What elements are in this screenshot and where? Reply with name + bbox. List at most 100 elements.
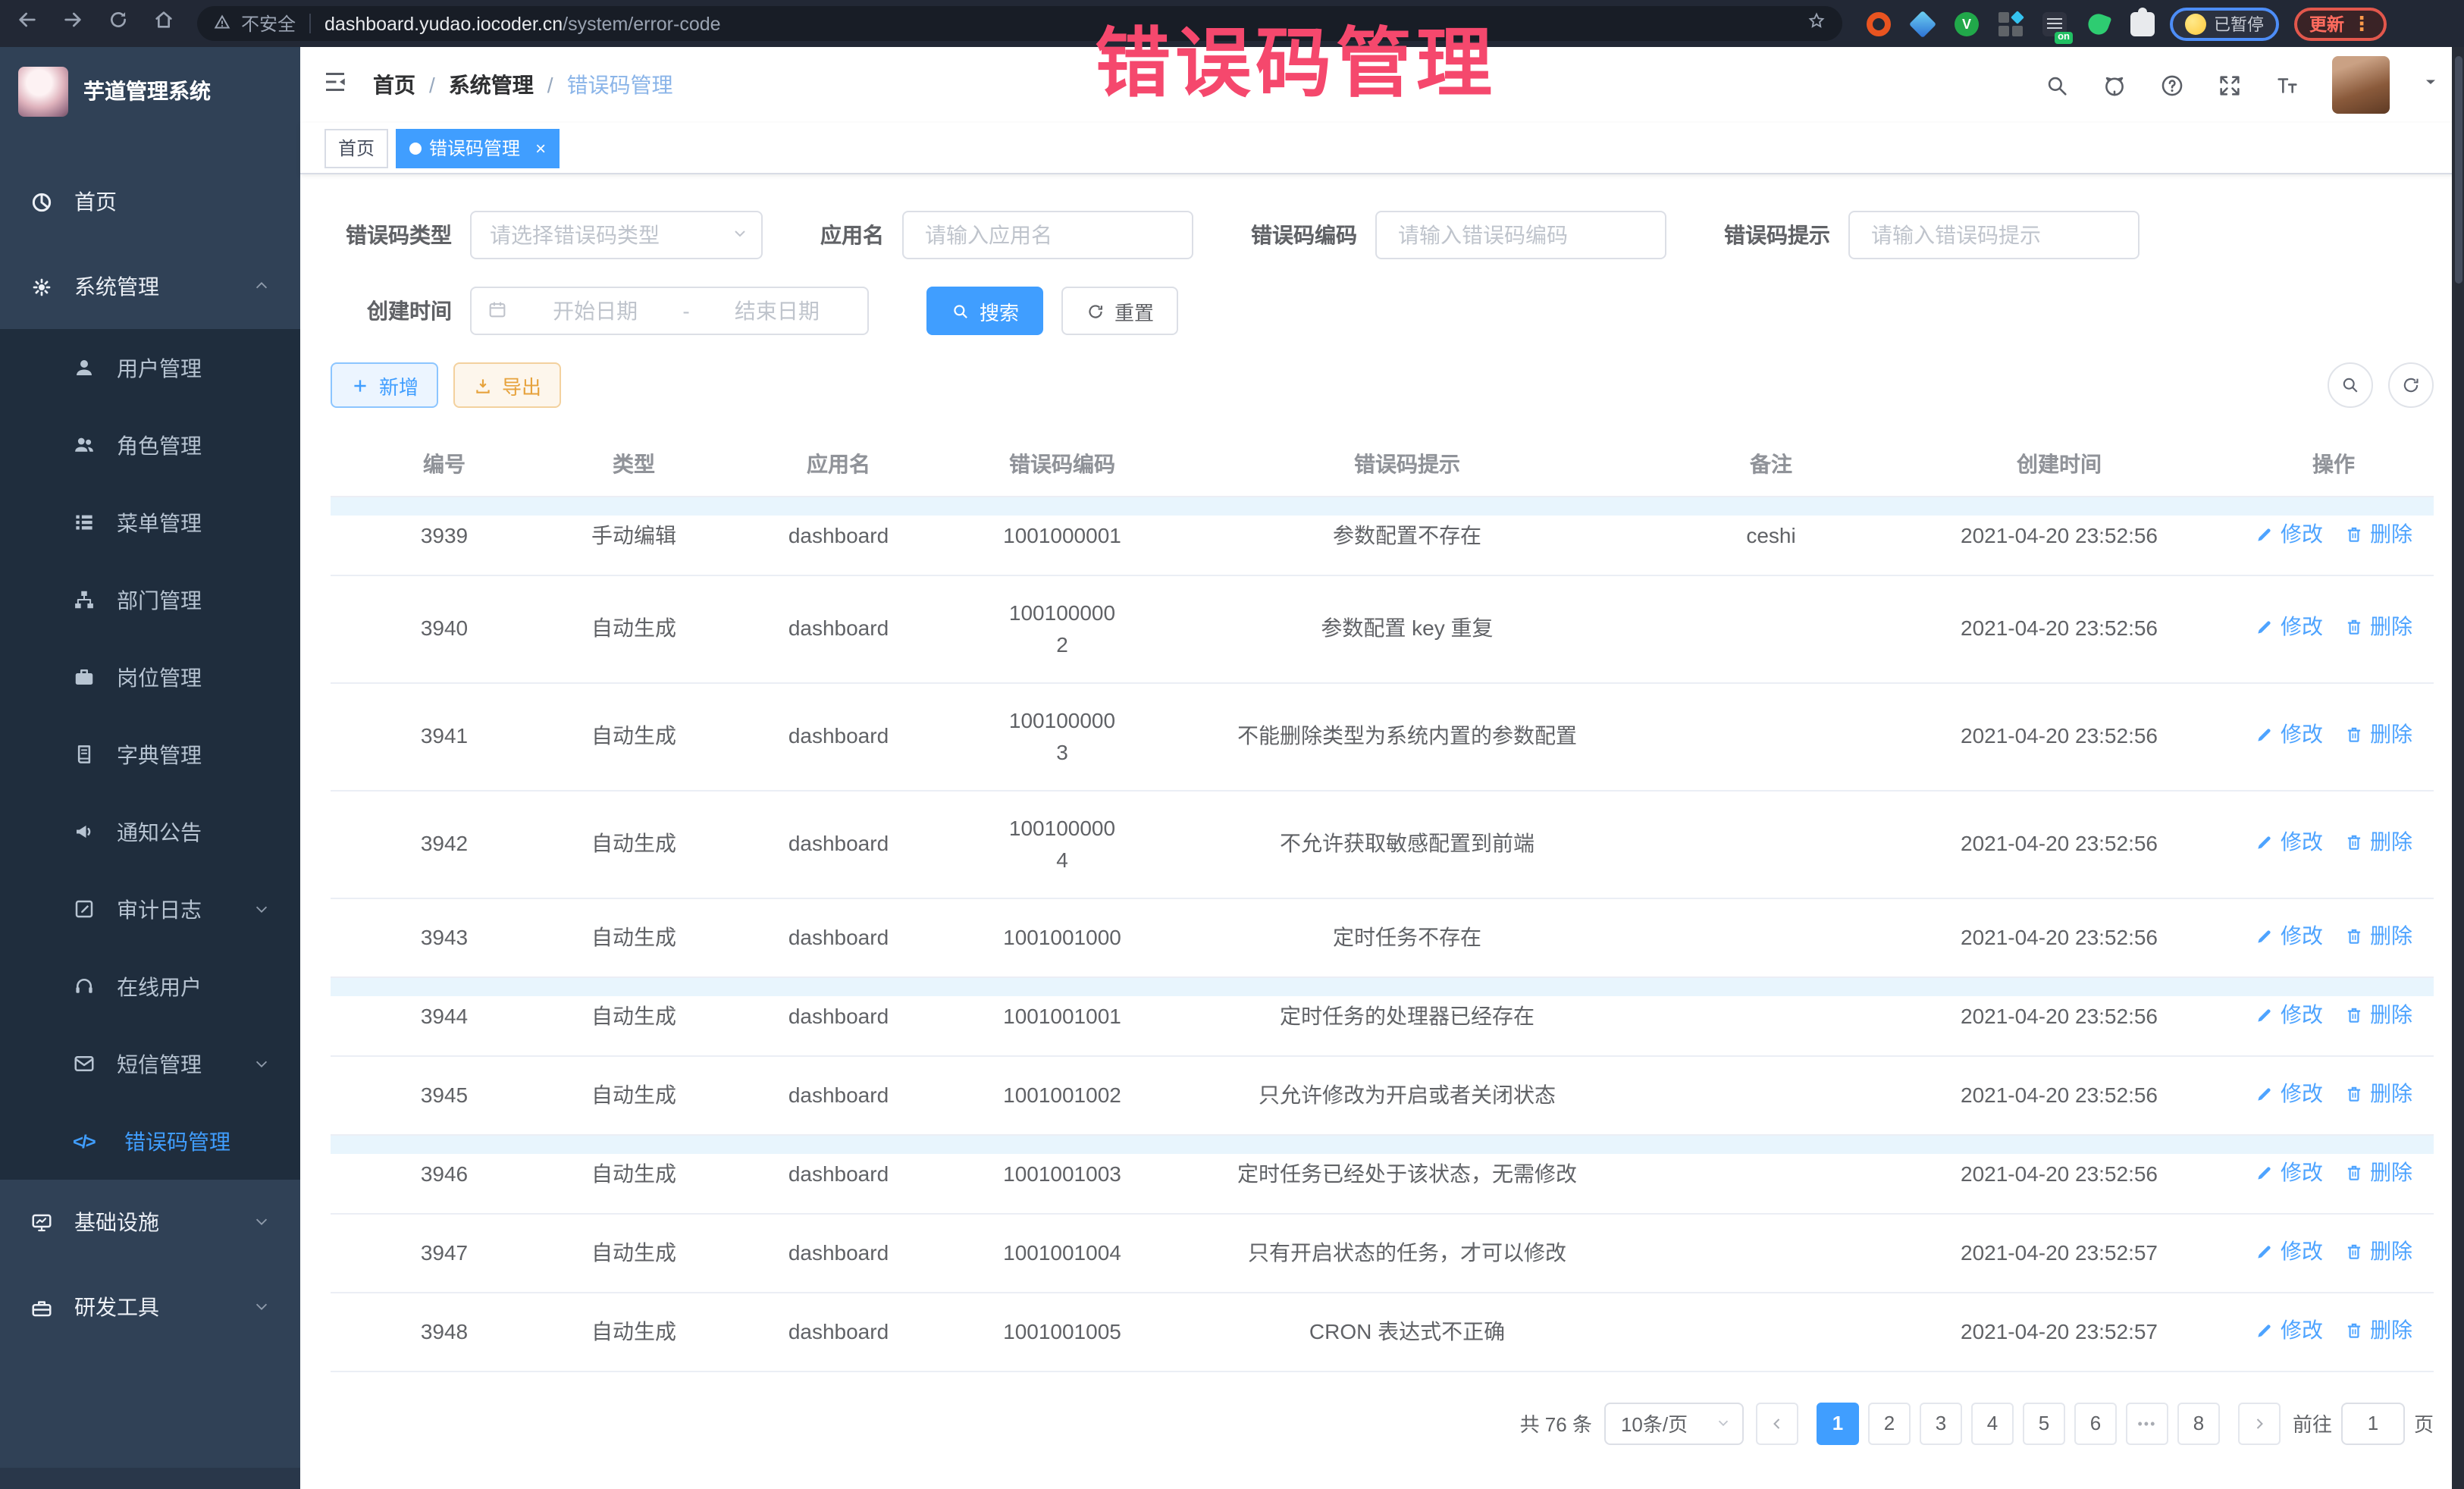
delete-link[interactable]: 删除 <box>2344 1156 2412 1188</box>
sidebar-item-system[interactable]: 系统管理 <box>0 244 300 329</box>
edit-link[interactable]: 修改 <box>2255 1077 2323 1109</box>
app-logo[interactable]: 芋道管理系统 <box>0 47 300 135</box>
delete-link[interactable]: 删除 <box>2344 611 2412 643</box>
tag-close-icon[interactable] <box>528 137 546 158</box>
export-button[interactable]: 导出 <box>453 362 561 408</box>
goto-page-input[interactable] <box>2341 1402 2405 1444</box>
edit-link[interactable]: 修改 <box>2255 920 2323 951</box>
page-button-4[interactable]: 4 <box>1971 1402 2014 1444</box>
extension-switch-icon[interactable]: on <box>2042 11 2067 36</box>
toggle-search-button[interactable] <box>2328 362 2373 408</box>
sidebar-item-menus[interactable]: 菜单管理 <box>0 484 300 561</box>
browser-menu-dots-icon[interactable] <box>2352 10 2372 37</box>
page-button-2[interactable]: 2 <box>1868 1402 1911 1444</box>
extensions-puzzle-icon[interactable] <box>2130 11 2155 36</box>
next-page-button[interactable] <box>2238 1402 2281 1444</box>
sidebar-item-audit-log[interactable]: 审计日志 <box>0 870 300 948</box>
sidebar-item-dev-tools[interactable]: 研发工具 <box>0 1265 300 1350</box>
browser-back-icon[interactable] <box>15 8 39 39</box>
delete-link[interactable]: 删除 <box>2344 998 2412 1030</box>
security-label[interactable]: 不安全 <box>241 11 296 36</box>
sidebar-item-label: 通知公告 <box>117 817 202 847</box>
breadcrumb-system[interactable]: 系统管理 <box>449 70 534 100</box>
bookmark-star-icon[interactable] <box>1806 11 1827 36</box>
edit-link[interactable]: 修改 <box>2255 1235 2323 1267</box>
breadcrumb-home[interactable]: 首页 <box>373 70 415 100</box>
edit-link[interactable]: 修改 <box>2255 826 2323 858</box>
extension-ubuntu-icon[interactable] <box>1867 11 1891 36</box>
delete-link[interactable]: 删除 <box>2344 1314 2412 1346</box>
extension-v-icon[interactable]: V <box>1955 11 1979 36</box>
extension-sprout-icon[interactable] <box>2086 11 2112 37</box>
page-more-button[interactable]: ••• <box>2126 1402 2168 1444</box>
error-msg-input[interactable] <box>1868 221 2120 249</box>
edit-link-label: 修改 <box>2281 920 2323 951</box>
error-code-input[interactable] <box>1395 221 1647 249</box>
sidebar-item-error-code[interactable]: </> 错误码管理 <box>0 1102 300 1180</box>
scrollbar-thumb[interactable] <box>2454 56 2462 284</box>
sidebar-item-home[interactable]: 首页 <box>0 159 300 244</box>
edit-link[interactable]: 修改 <box>2255 1314 2323 1346</box>
address-bar[interactable]: 不安全 dashboard.yudao.iocoder.cn/system/er… <box>197 6 1842 41</box>
edit-link-label: 修改 <box>2281 1156 2323 1188</box>
prev-page-button[interactable] <box>1756 1402 1798 1444</box>
edit-link[interactable]: 修改 <box>2255 611 2323 643</box>
extension-grid-icon[interactable] <box>1998 11 2023 36</box>
refresh-table-button[interactable] <box>2388 362 2434 408</box>
page-button-3[interactable]: 3 <box>1920 1402 1962 1444</box>
delete-link[interactable]: 删除 <box>2344 920 2412 951</box>
search-button[interactable]: 搜索 <box>926 287 1043 335</box>
page-button-1[interactable]: 1 <box>1817 1402 1859 1444</box>
page-size-select[interactable]: 10条/页 <box>1604 1402 1744 1444</box>
sidebar-item-posts[interactable]: 岗位管理 <box>0 638 300 716</box>
edit-link[interactable]: 修改 <box>2255 518 2323 550</box>
fullscreen-icon[interactable] <box>2217 72 2243 98</box>
delete-link[interactable]: 删除 <box>2344 1077 2412 1109</box>
user-avatar[interactable] <box>2332 56 2390 114</box>
sidebar-item-departments[interactable]: 部门管理 <box>0 561 300 638</box>
cell-id: 3939 <box>331 496 558 575</box>
edit-link[interactable]: 修改 <box>2255 1156 2323 1188</box>
github-icon[interactable] <box>2102 72 2127 98</box>
app-name-input[interactable] <box>922 221 1174 249</box>
page-button-5[interactable]: 5 <box>2023 1402 2065 1444</box>
add-button[interactable]: 新增 <box>331 362 438 408</box>
avatar-caret-icon[interactable] <box>2422 71 2440 99</box>
edit-link[interactable]: 修改 <box>2255 719 2323 751</box>
browser-reload-icon[interactable] <box>106 8 130 39</box>
tag-error-code-active[interactable]: 错误码管理 <box>396 128 560 168</box>
date-range-picker[interactable]: 开始日期 - 结束日期 <box>470 287 869 335</box>
edit-link[interactable]: 修改 <box>2255 998 2323 1030</box>
header-search-icon[interactable] <box>2044 72 2070 98</box>
help-icon[interactable] <box>2159 72 2185 98</box>
page-scrollbar[interactable] <box>2452 47 2464 1489</box>
delete-link[interactable]: 删除 <box>2344 719 2412 751</box>
sidebar-item-online-users[interactable]: 在线用户 <box>0 948 300 1025</box>
browser-forward-icon[interactable] <box>61 8 85 39</box>
page-button-8[interactable]: 8 <box>2177 1402 2220 1444</box>
sidebar-item-infrastructure[interactable]: 基础设施 <box>0 1180 300 1265</box>
sidebar-item-roles[interactable]: 角色管理 <box>0 406 300 484</box>
browser-profile-chip[interactable]: 已暂停 <box>2170 7 2279 40</box>
table-header-cell: 操作 <box>2234 432 2434 496</box>
page-button-6[interactable]: 6 <box>2074 1402 2117 1444</box>
cell-type: 自动生成 <box>558 976 710 1055</box>
browser-home-icon[interactable] <box>152 8 176 39</box>
sidebar: 芋道管理系统 首页 系统管理 用户管理 <box>0 47 300 1489</box>
sidebar-fold-icon[interactable] <box>321 67 349 102</box>
tag-home[interactable]: 首页 <box>324 128 388 168</box>
cell-actions: 修改删除 <box>2234 898 2434 976</box>
sidebar-item-dictionary[interactable]: 字典管理 <box>0 716 300 793</box>
delete-link[interactable]: 删除 <box>2344 1235 2412 1267</box>
delete-link[interactable]: 删除 <box>2344 826 2412 858</box>
font-size-icon[interactable] <box>2274 72 2300 98</box>
browser-update-button[interactable]: 更新 <box>2294 7 2387 40</box>
reset-button[interactable]: 重置 <box>1061 287 1178 335</box>
sidebar-item-sms[interactable]: 短信管理 <box>0 1025 300 1102</box>
error-type-select[interactable]: 请选择错误码类型 <box>470 211 763 259</box>
sidebar-item-notices[interactable]: 通知公告 <box>0 793 300 870</box>
extension-gem-icon[interactable] <box>1909 10 1936 37</box>
sidebar-item-users[interactable]: 用户管理 <box>0 329 300 406</box>
chevron-down-icon <box>253 1052 270 1076</box>
delete-link[interactable]: 删除 <box>2344 518 2412 550</box>
